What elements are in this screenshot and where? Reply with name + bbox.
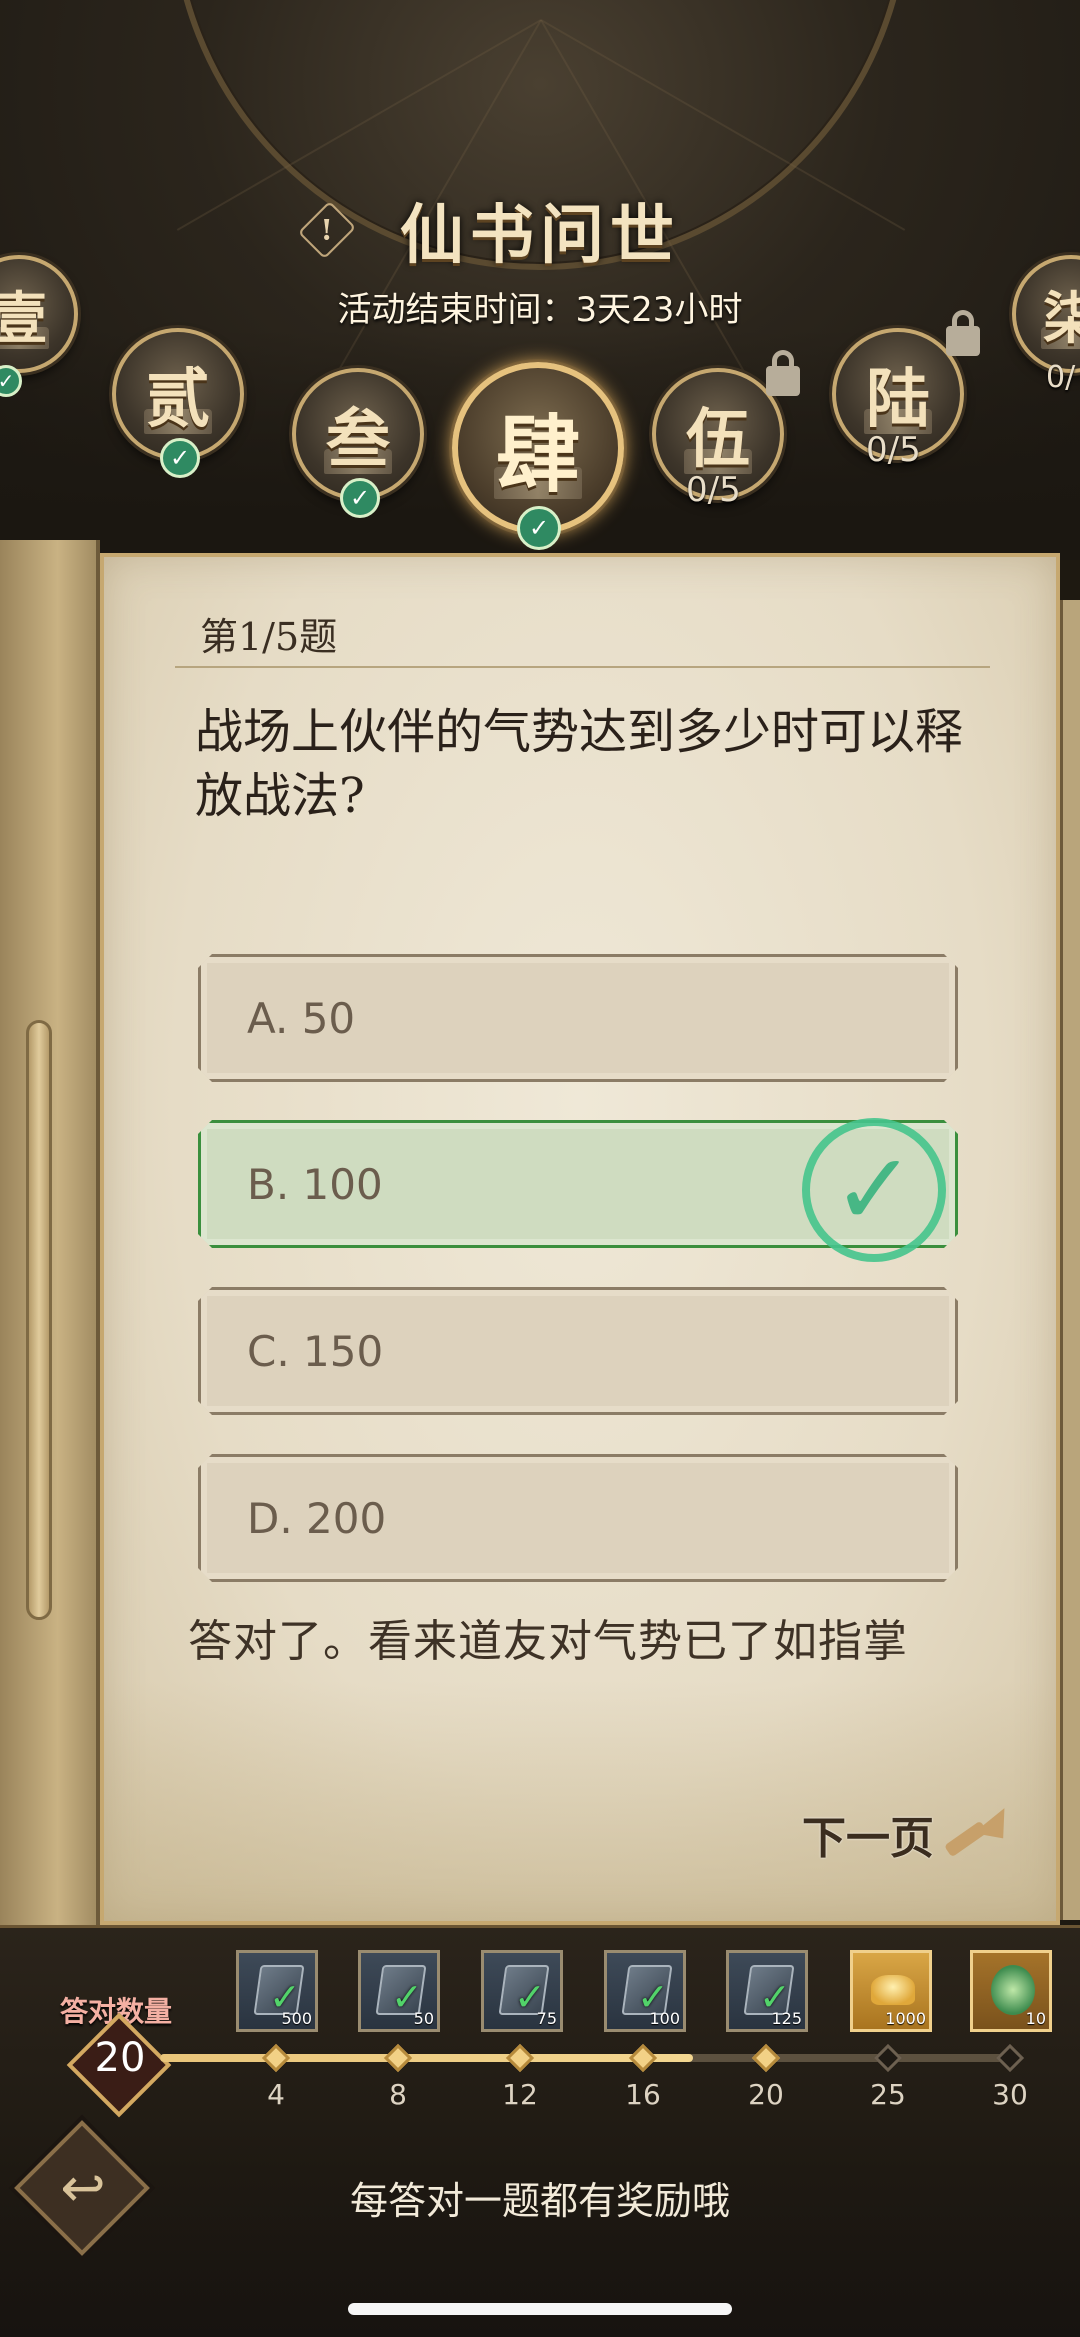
lock-icon <box>766 350 800 396</box>
correct-count-value: 20 <box>94 2035 146 2081</box>
milestone-label: 8 <box>389 2078 407 2111</box>
reward-item[interactable]: 1000 <box>850 1950 932 2032</box>
milestone-label: 30 <box>992 2078 1028 2111</box>
divider <box>175 666 990 668</box>
option-a-button[interactable]: A. 50 <box>198 954 958 1082</box>
event-end-time: 活动结束时间：3天23小时 <box>337 290 743 330</box>
milestone-label: 20 <box>748 2078 784 2111</box>
reward-qty: 50 <box>413 2009 434 2028</box>
right-frame-panel <box>1060 600 1080 1920</box>
reward-qty: 500 <box>281 2009 312 2028</box>
milestone-label: 25 <box>870 2078 906 2111</box>
reward-hint: 每答对一题都有奖励哦 <box>349 2179 730 2223</box>
next-page-button[interactable]: 下一页 <box>802 1802 1010 1866</box>
reward-qty: 125 <box>771 2009 802 2028</box>
jade-dragon-icon <box>991 1965 1035 2015</box>
chapter-glyph: 肆 <box>495 404 580 504</box>
check-icon: ✓ <box>160 438 200 478</box>
milestone-label: 16 <box>625 2078 661 2111</box>
answer-feedback: 答对了。看来道友对气势已了如指掌 <box>188 1616 908 1667</box>
chapter-7-progress: 0/ <box>1046 360 1076 395</box>
arrow-up-right-icon <box>940 1804 1010 1864</box>
reward-qty: 75 <box>536 2009 557 2028</box>
reward-qty: 100 <box>649 2009 680 2028</box>
home-indicator[interactable] <box>348 2303 732 2315</box>
milestone-label: 12 <box>502 2078 538 2111</box>
reward-item[interactable]: ✓ 75 <box>481 1950 563 2032</box>
left-frame-panel <box>0 540 100 1940</box>
progress-fill <box>160 2054 693 2062</box>
lock-icon <box>946 310 980 356</box>
next-page-label: 下一页 <box>802 1813 934 1864</box>
option-label: D. 200 <box>247 1493 387 1543</box>
chapter-glyph: 柒 <box>1043 285 1080 352</box>
reward-item[interactable]: ✓ 125 <box>726 1950 808 2032</box>
option-d-button[interactable]: D. 200 <box>198 1454 958 1582</box>
option-c-button[interactable]: C. 150 <box>198 1287 958 1415</box>
chapter-glyph: 陆 <box>866 362 930 437</box>
chapter-glyph: 壹 <box>0 285 47 352</box>
option-label: A. 50 <box>247 993 356 1043</box>
option-label: B. 100 <box>247 1159 383 1209</box>
reward-item[interactable]: ✓ 100 <box>604 1950 686 2032</box>
reward-item[interactable]: ✓ 50 <box>358 1950 440 2032</box>
page-title: 仙书问世 <box>400 198 680 273</box>
question-index: 第1/5题 <box>200 615 338 659</box>
reward-qty: 10 <box>1025 2009 1046 2028</box>
reward-qty: 1000 <box>885 2009 926 2028</box>
gold-ingot-icon <box>871 1975 915 2005</box>
reward-item[interactable]: ✓ 500 <box>236 1950 318 2032</box>
correct-check-icon: ✓ <box>802 1118 946 1262</box>
chapter-glyph: 叁 <box>326 402 390 477</box>
chapter-glyph: 贰 <box>146 362 210 437</box>
option-label: C. 150 <box>247 1326 384 1376</box>
chapter-glyph: 伍 <box>686 402 750 477</box>
question-text: 战场上伙伴的气势达到多少时可以释放战法? <box>195 704 964 824</box>
milestone-label: 4 <box>267 2078 285 2111</box>
cloud-decoration <box>104 1681 1056 1921</box>
title-wrap: 仙书问世 <box>300 190 780 273</box>
chapter-4-medallion-active[interactable]: 肆 <box>452 362 624 534</box>
check-icon: ✓ <box>340 478 380 518</box>
check-icon: ✓ <box>517 506 561 550</box>
scroll-rail[interactable] <box>26 1020 52 1620</box>
reward-item[interactable]: 10 <box>970 1950 1052 2032</box>
